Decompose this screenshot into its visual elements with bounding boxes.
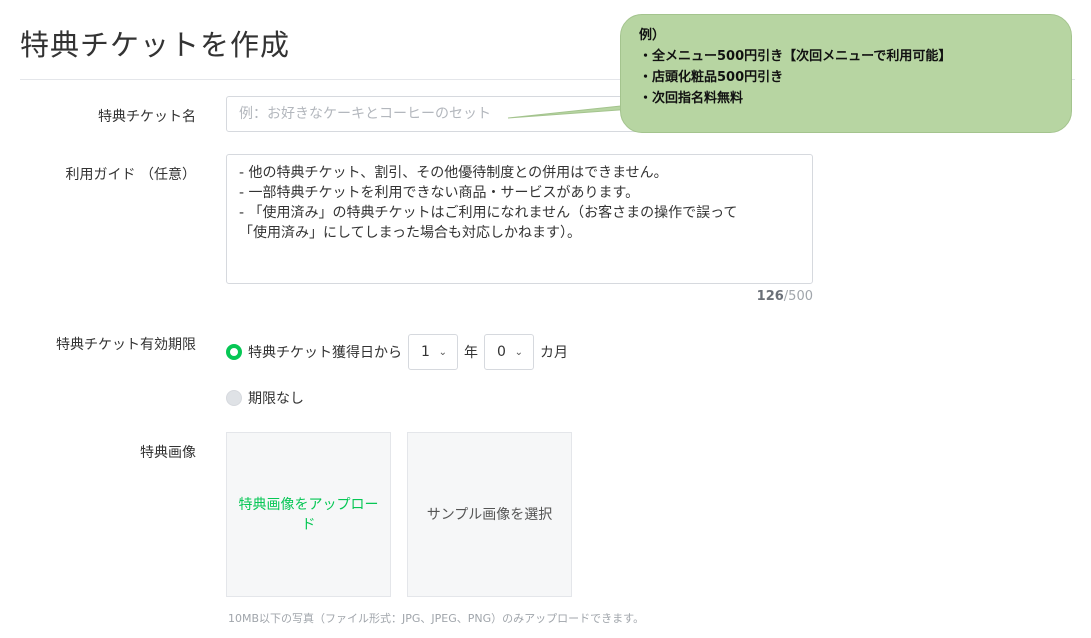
select-sample-image-button[interactable]: サンプル画像を選択 <box>407 432 572 597</box>
upload-image-button[interactable]: 特典画像をアップロード <box>226 432 391 597</box>
months-select[interactable]: 0 ⌄ <box>484 334 534 370</box>
page-title: 特典チケットを作成 <box>20 28 291 62</box>
usage-guide-line: - 「使用済み」の特典チケットはご利用になれません（お客さまの操作で誤って <box>239 205 738 221</box>
validity-option-no-limit-label[interactable]: 期限なし <box>248 388 304 408</box>
callout-line: ・次回指名料無料 <box>639 91 744 106</box>
ticket-name-label: 特典チケット名 <box>98 109 196 125</box>
chevron-down-icon: ⌄ <box>438 346 447 358</box>
years-unit: 年 <box>464 345 478 361</box>
radio-selected-icon[interactable] <box>226 344 242 360</box>
example-callout: 例） ・全メニュー500円引き【次回メニューで利用可能】 ・店頭化粧品500円引… <box>620 14 1072 133</box>
select-sample-image-label: サンプル画像を選択 <box>426 506 553 523</box>
character-count: 126 <box>756 289 784 304</box>
character-counter: 126/500 <box>620 289 813 304</box>
months-select-value: 0 <box>497 344 506 360</box>
character-max: /500 <box>783 289 813 304</box>
validity-option-from-acquired: 特典チケット獲得日から 1 ⌄ 年 0 ⌄ カ月 <box>226 334 574 370</box>
image-upload-hint: 10MB以下の写真（ファイル形式：JPG、JPEG、PNG）のみアップロードでき… <box>228 612 645 625</box>
callout-line: ・全メニュー500円引き【次回メニューで利用可能】 <box>639 49 952 64</box>
callout-line: ・店頭化粧品500円引き <box>639 70 784 85</box>
months-unit: カ月 <box>540 345 568 361</box>
usage-guide-label: 利用ガイド （任意） <box>65 167 196 183</box>
validity-option-no-limit: 期限なし <box>226 388 304 408</box>
chevron-down-icon: ⌄ <box>514 346 523 358</box>
upload-image-label: 特典画像をアップロード <box>238 496 379 533</box>
usage-guide-textarea[interactable]: - 他の特典チケット、割引、その他優待制度との併用はできません。 - 一部特典チ… <box>226 154 813 284</box>
usage-guide-line: - 他の特典チケット、割引、その他優待制度との併用はできません。 <box>239 165 668 181</box>
radio-unselected-icon[interactable] <box>226 390 242 406</box>
years-select-value: 1 <box>421 344 430 360</box>
validity-option-from-acquired-label[interactable]: 特典チケット獲得日から <box>248 342 402 362</box>
callout-line: 例） <box>639 28 666 43</box>
years-select[interactable]: 1 ⌄ <box>408 334 458 370</box>
usage-guide-line: - 一部特典チケットを利用できない商品・サービスがあります。 <box>239 185 640 201</box>
image-label: 特典画像 <box>140 445 196 461</box>
usage-guide-line: 「使用済み」にしてしまった場合も対応しかねます）。 <box>239 225 582 241</box>
page: 特典チケットを作成 特典チケット名 利用ガイド （任意） - 他の特典チケット、… <box>0 0 1091 638</box>
validity-label: 特典チケット有効期限 <box>56 337 196 353</box>
